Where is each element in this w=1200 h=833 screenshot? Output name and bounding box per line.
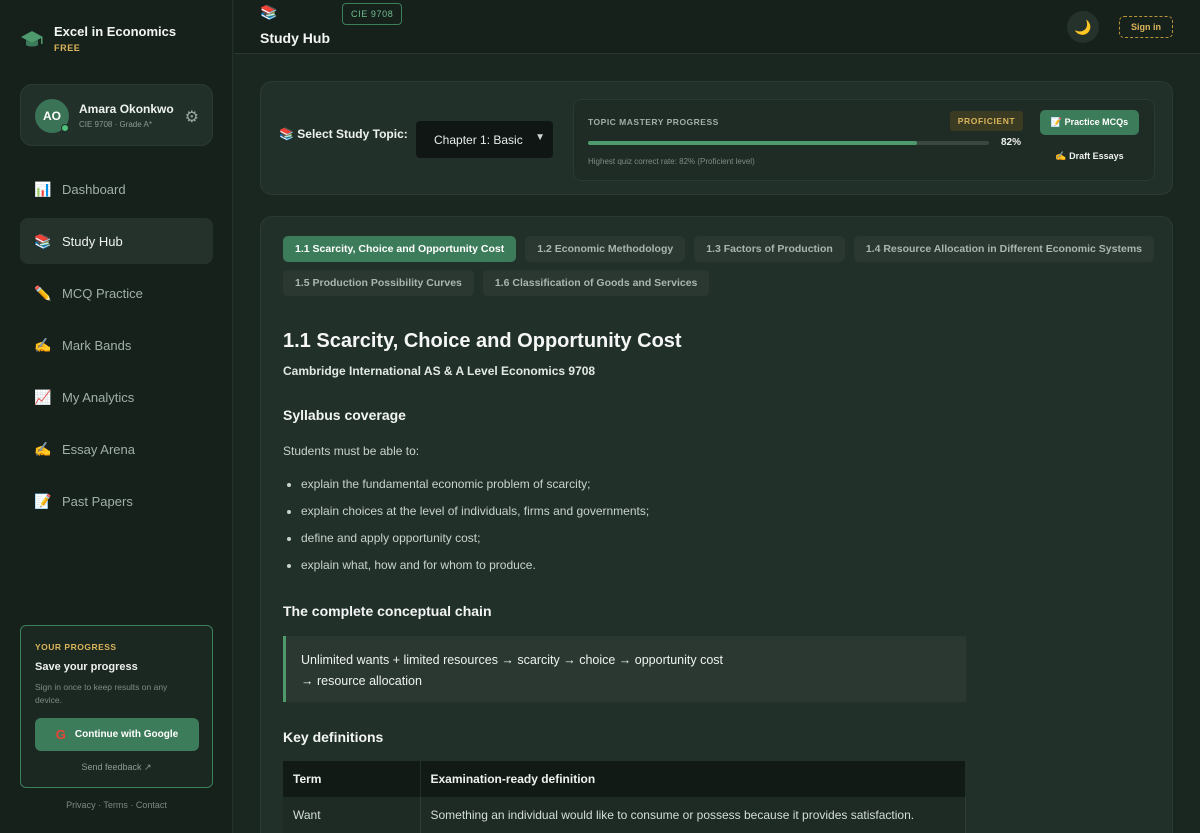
list-item: explain the fundamental economic problem… xyxy=(283,477,649,504)
theme-toggle-moon-icon[interactable]: 🌙 xyxy=(1067,11,1099,43)
definition-term: Want xyxy=(283,797,421,833)
continue-with-google-button[interactable]: G Continue with Google xyxy=(35,718,199,751)
chain-line: → resource allocation xyxy=(301,674,422,688)
books-icon: 📚 xyxy=(34,232,52,249)
syllabus-intro: Students must be able to: xyxy=(283,444,420,458)
sidebar-item-label: Study Hub xyxy=(62,233,123,249)
syllabus-badge: CIE 9708 xyxy=(342,3,403,25)
mastery-progress-bar xyxy=(588,141,989,145)
gear-icon[interactable]: ⚙ xyxy=(185,107,199,127)
google-icon: G xyxy=(55,727,66,742)
mastery-progress-fill xyxy=(588,141,917,145)
sidebar-item-label: My Analytics xyxy=(62,389,135,405)
sidebar-item-label: MCQ Practice xyxy=(62,285,143,301)
sidebar-item-mark-bands[interactable]: ✍️ Mark Bands xyxy=(20,322,213,368)
plan-badge: FREE xyxy=(54,43,81,53)
lesson-content-panel: 1.1 Scarcity, Choice and Opportunity Cos… xyxy=(260,216,1173,833)
definition-text: Something an individual would like to co… xyxy=(420,797,966,833)
select-topic-label: 📚 Select Study Topic: xyxy=(279,127,408,141)
topic-select[interactable]: Chapter 1: Basic ▼ xyxy=(416,121,553,158)
books-icon: 📚 xyxy=(260,4,278,20)
tab-2[interactable]: 1.2 Economic Methodology xyxy=(525,236,686,262)
subtopic-tabs: 1.1 Scarcity, Choice and Opportunity Cos… xyxy=(283,236,1163,296)
table-row: Want Something an individual would like t… xyxy=(283,797,966,833)
list-item: explain what, how and for whom to produc… xyxy=(283,558,649,585)
definitions-table: Term Examination-ready definition Want So… xyxy=(283,761,966,833)
sidebar-item-label: Past Papers xyxy=(62,493,133,509)
pencil-icon: ✏️ xyxy=(34,284,52,301)
sidebar-item-my-analytics[interactable]: 📈 My Analytics xyxy=(20,374,213,420)
send-feedback-link[interactable]: Send feedback ↗ xyxy=(21,762,212,773)
list-item: explain choices at the level of individu… xyxy=(283,504,649,531)
avatar: AO xyxy=(35,99,69,133)
conceptual-chain-callout: Unlimited wants + limited resources → sc… xyxy=(283,636,966,702)
progress-card-description: Sign in once to keep results on any devi… xyxy=(35,682,168,705)
sidebar-item-label: Essay Arena xyxy=(62,441,135,457)
avatar-initials: AO xyxy=(43,109,61,123)
syllabus-list: explain the fundamental economic problem… xyxy=(283,477,649,585)
syllabus-heading: Syllabus coverage xyxy=(283,407,406,423)
mastery-percent: 82% xyxy=(1001,137,1022,148)
profile-meta: CIE 9708 · Grade A* xyxy=(79,120,152,129)
writing-hand-icon: ✍️ xyxy=(34,336,52,353)
online-status-dot xyxy=(61,124,69,132)
sidebar-item-label: Mark Bands xyxy=(62,337,132,353)
mastery-level-badge: PROFICIENT xyxy=(950,111,1023,131)
progress-card-label: YOUR PROGRESS xyxy=(35,642,117,652)
progress-card: YOUR PROGRESS Save your progress Sign in… xyxy=(20,625,213,788)
sidebar-item-dashboard[interactable]: 📊 Dashboard xyxy=(20,166,213,212)
sidebar-item-essay-arena[interactable]: ✍️ Essay Arena xyxy=(20,426,213,472)
list-item: define and apply opportunity cost; xyxy=(283,531,649,558)
topic-select-value: Chapter 1: Basic xyxy=(434,132,523,147)
tab-4[interactable]: 1.4 Resource Allocation in Different Eco… xyxy=(853,236,1155,262)
tab-6[interactable]: 1.6 Classification of Goods and Services xyxy=(482,270,710,296)
writing-hand-icon: ✍️ xyxy=(34,440,52,457)
chain-line: Unlimited wants + limited resources → sc… xyxy=(301,653,724,667)
sidebar-item-label: Dashboard xyxy=(62,181,126,197)
trend-icon: 📈 xyxy=(34,388,52,405)
tab-5[interactable]: 1.5 Production Possibility Curves xyxy=(283,270,474,296)
profile-name: Amara Okonkwo xyxy=(79,102,174,116)
sidebar-item-study-hub[interactable]: 📚 Study Hub xyxy=(20,218,213,264)
top-header: 📚 Study Hub CIE 9708 🌙 Sign in xyxy=(234,0,1200,54)
lesson-subtitle: Cambridge International AS & A Level Eco… xyxy=(283,364,596,378)
brand[interactable]: Excel in Economics FREE xyxy=(20,24,176,53)
topic-mastery-card: TOPIC MASTERY PROGRESS PROFICIENT 82% Hi… xyxy=(573,99,1155,181)
memo-icon: 📝 xyxy=(34,492,52,509)
draft-essays-button[interactable]: ✍️ Draft Essays xyxy=(1040,144,1139,169)
progress-card-title: Save your progress xyxy=(35,661,138,673)
profile-card[interactable]: AO Amara Okonkwo CIE 9708 · Grade A* ⚙ xyxy=(20,84,213,146)
topic-selector-panel: 📚 Select Study Topic: Chapter 1: Basic ▼… xyxy=(260,81,1173,195)
table-header-definition: Examination-ready definition xyxy=(420,761,966,797)
chart-icon: 📊 xyxy=(34,180,52,197)
sidebar: Excel in Economics FREE AO Amara Okonkwo… xyxy=(0,0,233,833)
mastery-note: Highest quiz correct rate: 82% (Proficie… xyxy=(588,157,755,166)
google-button-label: Continue with Google xyxy=(74,729,179,740)
tab-1[interactable]: 1.1 Scarcity, Choice and Opportunity Cos… xyxy=(283,236,517,262)
tab-3[interactable]: 1.3 Factors of Production xyxy=(694,236,845,262)
page-title: Study Hub xyxy=(260,30,330,46)
lesson-title: 1.1 Scarcity, Choice and Opportunity Cos… xyxy=(283,330,682,352)
brand-title: Excel in Economics xyxy=(54,24,177,39)
sidebar-item-past-papers[interactable]: 📝 Past Papers xyxy=(20,478,213,524)
table-header-row: Term Examination-ready definition xyxy=(283,761,966,797)
legal-links[interactable]: Privacy · Terms · Contact xyxy=(20,800,213,810)
sidebar-item-mcq-practice[interactable]: ✏️ MCQ Practice xyxy=(20,270,213,316)
key-definitions-heading: Key definitions xyxy=(283,729,384,745)
chevron-down-icon: ▼ xyxy=(535,132,545,143)
mastery-title: TOPIC MASTERY PROGRESS xyxy=(588,117,719,127)
sign-in-button[interactable]: Sign in xyxy=(1119,16,1173,38)
sidebar-nav: 📊 Dashboard 📚 Study Hub ✏️ MCQ Practice ✍️ Mark… xyxy=(20,166,213,530)
table-header-term: Term xyxy=(283,761,421,797)
practice-mcqs-button[interactable]: 📝 Practice MCQs xyxy=(1040,110,1139,135)
graduation-cap-icon xyxy=(21,31,43,47)
conceptual-chain-heading: The complete conceptual chain xyxy=(283,603,492,619)
